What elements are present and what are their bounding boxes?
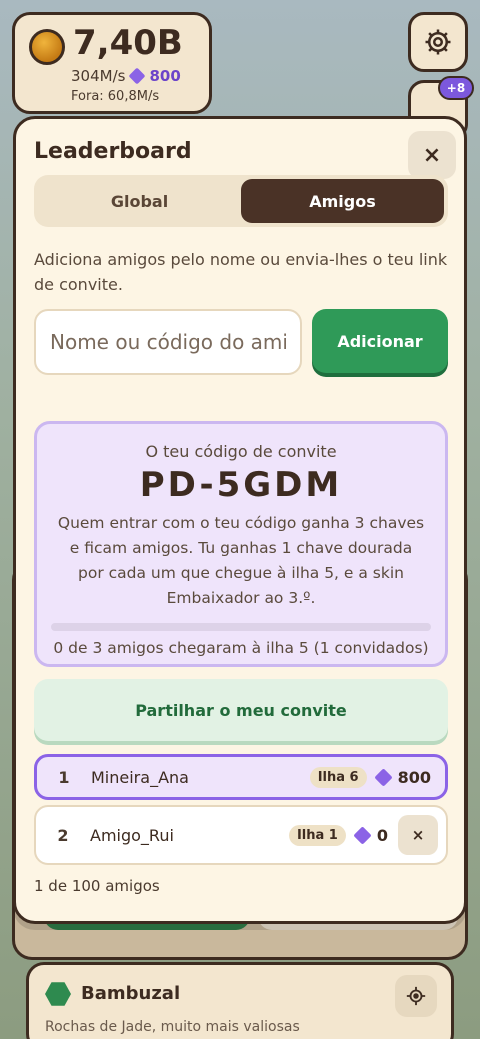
share-invite-button[interactable]: Partilhar o meu convite xyxy=(34,679,448,741)
invite-code: PD-5GDM xyxy=(139,465,343,505)
crosshair-icon xyxy=(406,986,426,1006)
leaderboard-row: 2 Amigo_Rui Ilha 1 0 × xyxy=(34,805,448,865)
invite-description: Quem entrar com o teu código ganha 3 cha… xyxy=(57,514,425,607)
income-rate-line: 304M/s 800 xyxy=(71,67,181,85)
coin-icon xyxy=(29,29,65,65)
income-rate: 304M/s xyxy=(71,67,126,85)
gem-count: 800 xyxy=(149,67,181,85)
invite-card: O teu código de convite PD-5GDM Quem ent… xyxy=(34,421,448,667)
gem-icon xyxy=(353,825,372,845)
close-button[interactable]: × xyxy=(408,131,456,179)
region-card[interactable]: Bambuzal Rochas de Jade, muito mais vali… xyxy=(26,962,454,1039)
hexagon-icon xyxy=(45,982,71,1006)
region-title: Bambuzal xyxy=(81,983,181,1004)
force-rate: Fora: 60,8M/s xyxy=(71,89,160,104)
leaderboard-row: 1 Mineira_Ana Ilha 6 800 xyxy=(34,754,448,800)
add-friend-button[interactable]: Adicionar xyxy=(312,309,448,373)
modal-title: Leaderboard xyxy=(34,139,192,164)
invite-progress-bar xyxy=(51,623,431,631)
notification-badge: +8 xyxy=(438,76,474,100)
coin-amount: 7,40B xyxy=(73,23,183,63)
gem-icon xyxy=(128,67,146,85)
settings-button[interactable] xyxy=(408,12,468,72)
island-badge: Ilha 6 xyxy=(309,766,367,788)
tab-global[interactable]: Global xyxy=(38,179,241,223)
gear-icon xyxy=(425,29,451,55)
island-badge: Ilha 1 xyxy=(288,824,346,846)
player-name: Amigo_Rui xyxy=(90,825,174,845)
region-subtitle: Rochas de Jade, muito mais valiosas xyxy=(45,1019,300,1035)
rank-number: 2 xyxy=(57,825,69,845)
friend-name-input[interactable] xyxy=(34,309,302,375)
friends-count: 1 de 100 amigos xyxy=(34,877,160,895)
leaderboard-tabs: Global Amigos xyxy=(34,175,448,227)
gem-icon xyxy=(373,767,393,787)
leaderboard-modal: Leaderboard × Global Amigos Adiciona ami… xyxy=(13,116,467,924)
player-name: Mineira_Ana xyxy=(91,767,189,787)
currency-card: 7,40B 304M/s 800 Fora: 60,8M/s xyxy=(12,12,212,114)
rank-number: 1 xyxy=(58,767,70,787)
invite-progress-text: 0 de 3 amigos chegaram à ilha 5 (1 convi… xyxy=(53,639,429,657)
remove-friend-button[interactable]: × xyxy=(398,815,438,855)
add-friends-hint: Adiciona amigos pelo nome ou envia-lhes … xyxy=(34,250,448,294)
locate-button[interactable] xyxy=(395,975,437,1017)
gem-count: 800 xyxy=(397,767,431,787)
invite-code-label: O teu código de convite xyxy=(145,442,337,461)
gem-count: 0 xyxy=(376,825,388,845)
tab-friends[interactable]: Amigos xyxy=(241,179,444,223)
